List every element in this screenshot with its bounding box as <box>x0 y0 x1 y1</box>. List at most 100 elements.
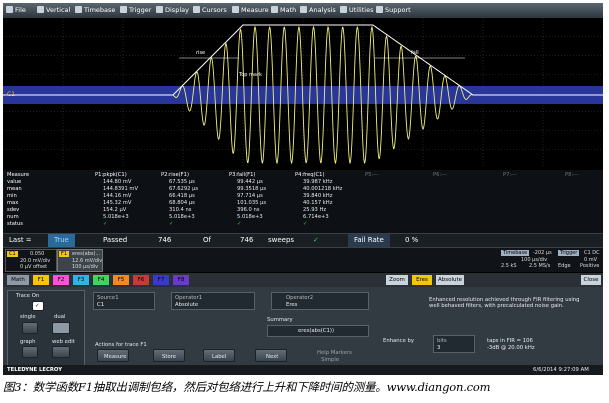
timebase-icon <box>75 6 82 13</box>
measure-param-header[interactable]: P6:--- <box>433 172 447 178</box>
timebase-descriptor[interactable]: Timebase -202 µs 100 µs/div 2.5 kS 2.5 M… <box>501 249 557 270</box>
store-button[interactable]: Store <box>153 349 185 362</box>
measure-cell: 39.840 kHz <box>303 193 333 199</box>
measure-cell: 25.93 Hz <box>303 207 327 213</box>
measure-cell: 6.714e+3 <box>303 214 329 220</box>
measure-cell: 101.035 µs <box>237 200 267 206</box>
menu-math[interactable]: Math <box>271 5 296 16</box>
cutoff-info: -3dB @ 20.00 kHz <box>487 345 535 351</box>
measure-icon <box>232 6 239 13</box>
menu-utilities[interactable]: Utilities <box>340 5 373 16</box>
tab-zoom[interactable]: Zoom <box>386 275 408 285</box>
trace-options: Trace On ✓ single dual graph web edit <box>7 290 85 366</box>
tab-f2[interactable]: F2 <box>53 275 69 285</box>
tab-f4[interactable]: F4 <box>93 275 109 285</box>
menu-trigger[interactable]: Trigger <box>120 5 151 16</box>
measure-param-header[interactable]: P1:pkpk(C1) <box>95 172 127 178</box>
menu-file[interactable]: File <box>6 5 26 16</box>
tab-math[interactable]: Math <box>7 275 29 285</box>
source-label: Source1 <box>97 295 119 301</box>
label-button[interactable]: Label <box>203 349 235 362</box>
measure-button[interactable]: Measure <box>97 349 129 362</box>
measure-cell: 5.018e+3 <box>169 214 195 220</box>
measure-cell: 97.714 µs <box>237 193 263 199</box>
tab-f5[interactable]: F5 <box>113 275 129 285</box>
tab-f8[interactable]: F8 <box>173 275 189 285</box>
measure-cell: 68.804 µs <box>169 200 195 206</box>
f1-descriptor[interactable]: F1 eres(abs(... 12.6 mV/div 100 µs/div <box>57 249 103 272</box>
measure-cell: 144.16 mV <box>103 193 132 199</box>
fail-rate-label: Fail Rate <box>348 234 390 247</box>
measure-cell: ✓ <box>169 221 174 227</box>
measure-cell: 154.2 µV <box>103 207 127 213</box>
tab-row: Math F1 F2 F3 F4 F5 F6 F7 F8 Zoom Eres A… <box>3 273 603 287</box>
timebase-label: Timebase <box>501 250 530 256</box>
source-field[interactable]: Source1 C1 <box>93 292 155 310</box>
measure-cell: 144.8391 mV <box>103 186 139 192</box>
measure-param-header[interactable]: P4:freq(C1) <box>295 172 324 178</box>
single-button[interactable] <box>22 322 38 334</box>
cursors-icon <box>193 6 200 13</box>
tab-eres[interactable]: Eres <box>412 275 432 285</box>
f1-function: eres(abs(... <box>72 251 101 257</box>
store-button-label: Store <box>162 354 176 360</box>
math-icon <box>271 6 278 13</box>
menu-measure[interactable]: Measure <box>232 5 269 16</box>
trace-label: C1 <box>7 91 15 98</box>
help-markers-value[interactable]: Simple <box>321 357 339 363</box>
trace-on-checkbox[interactable]: ✓ <box>32 301 44 311</box>
measure-cell: 5.018e+3 <box>103 214 129 220</box>
analysis-icon <box>300 6 307 13</box>
tab-f7[interactable]: F7 <box>153 275 169 285</box>
file-icon <box>6 6 13 13</box>
summary-field: eres(abs(C1)) <box>267 325 369 337</box>
measure-row-label: num <box>7 214 19 220</box>
bits-field[interactable]: bits 3 <box>433 335 475 353</box>
support-icon <box>376 6 383 13</box>
graph-button[interactable] <box>22 346 38 358</box>
operator2-field[interactable]: Operator2 Eres <box>271 292 369 310</box>
measure-param-header[interactable]: P5:--- <box>365 172 379 178</box>
measure-cell: 310.4 ns <box>169 207 192 213</box>
next-button[interactable]: Next <box>255 349 287 362</box>
menu-vertical[interactable]: Vertical <box>37 5 70 16</box>
measure-row-label: Measure <box>7 172 30 178</box>
trigger-descriptor[interactable]: Trigger C1 DC 0 mV Edge Positive <box>558 249 602 270</box>
close-button[interactable]: Close <box>581 275 601 285</box>
figure-caption: 图3：数学函数F1抽取出调制包络，然后对包络进行上升和下降时间的测量。www.d… <box>3 380 491 394</box>
menu-analysis[interactable]: Analysis <box>300 5 336 16</box>
help-markers-label: Help Markers <box>317 350 352 356</box>
measure-param-header[interactable]: P8:--- <box>565 172 579 178</box>
menu-bar: File Vertical Timebase Trigger Display C… <box>3 3 603 19</box>
c1-offset-value: 0 µV offset <box>20 264 48 270</box>
measure-row-label: status <box>7 221 23 227</box>
menu-support[interactable]: Support <box>376 5 411 16</box>
last-label: Last = <box>9 236 32 244</box>
operator1-field[interactable]: Operator1 Absolute <box>171 292 255 310</box>
f1-tdiv: 100 µs/div <box>72 264 99 270</box>
trigger-type: Edge <box>558 263 571 269</box>
tab-f3[interactable]: F3 <box>73 275 89 285</box>
label-button-label: Label <box>212 354 227 360</box>
measure-param-header[interactable]: P2:rise(F1) <box>161 172 189 178</box>
trace-on-label: Trace On <box>16 293 40 299</box>
summary-label: Summary <box>267 317 293 323</box>
menu-timebase[interactable]: Timebase <box>75 5 115 16</box>
operator2-value: Eres <box>286 302 298 308</box>
tab-f6[interactable]: F6 <box>133 275 149 285</box>
condition-value: True <box>48 234 75 247</box>
measure-param-header[interactable]: P7:--- <box>503 172 517 178</box>
waveform-grid[interactable]: C1 rise fall Top mark <box>3 18 603 168</box>
web-edit-button[interactable] <box>52 346 70 358</box>
vertical-icon <box>37 6 44 13</box>
check-icon: ✓ <box>35 303 40 309</box>
c1-descriptor[interactable]: C1 0.050 20.0 mV/div 0 µV offset <box>5 249 57 272</box>
menu-display[interactable]: Display <box>156 5 189 16</box>
tab-absolute[interactable]: Absolute <box>436 275 464 285</box>
menu-cursors[interactable]: Cursors <box>193 5 227 16</box>
measure-cell: ✓ <box>237 221 242 227</box>
tab-f1[interactable]: F1 <box>33 275 49 285</box>
measure-cell: 99.3518 µs <box>237 186 267 192</box>
measure-param-header[interactable]: P3:fall(F1) <box>229 172 255 178</box>
dual-button[interactable] <box>52 322 70 334</box>
